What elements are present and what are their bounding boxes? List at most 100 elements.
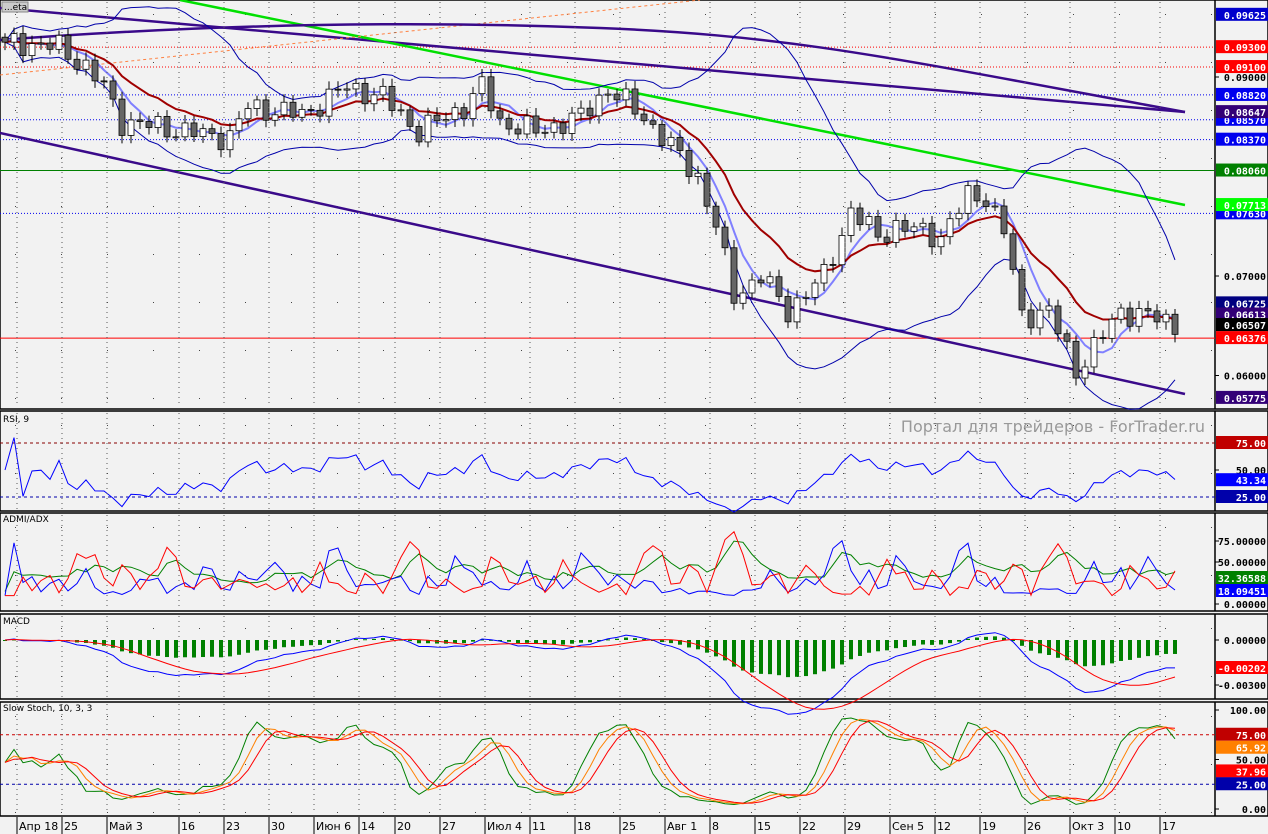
candle-bearish (883, 236, 891, 243)
macd-histogram-bar (237, 640, 241, 655)
grid-dot (337, 575, 338, 576)
date-label: 8 (712, 820, 719, 833)
grid-dot (705, 716, 706, 717)
stoch-tick-label: 100.00 (1230, 706, 1266, 717)
grid-dot (521, 302, 522, 303)
macd-histogram-bar (876, 640, 880, 652)
date-label: 14 (361, 820, 375, 833)
grid-dot (889, 110, 890, 111)
grid-dot (567, 716, 568, 717)
grid-dot (843, 302, 844, 303)
candle-bearish (685, 150, 693, 177)
candle-bullish (442, 119, 450, 122)
grid-dot (843, 110, 844, 111)
candle-bearish (973, 185, 981, 202)
grid-dot (61, 158, 62, 159)
macd-histogram-bar (1038, 640, 1042, 654)
macd-histogram-bar (165, 640, 169, 658)
grid-dot (153, 812, 154, 813)
grid-dot (1165, 764, 1166, 765)
grid-dot (1027, 206, 1028, 207)
adx-tick-label: 75.00000 (1218, 537, 1266, 548)
macd-histogram-bar (804, 640, 808, 677)
grid-dot (935, 398, 936, 399)
candle-bullish (370, 94, 378, 105)
candle-bearish (712, 205, 720, 228)
price-chart[interactable]: ...eta 0.09000 0.07000 0.06000 0.09300 0.0910… (0, 0, 1268, 834)
grid-dot (797, 254, 798, 255)
macd-histogram-bar (228, 640, 232, 657)
grid-dot (843, 527, 844, 528)
candle-bullish (739, 292, 747, 304)
macd-histogram-bar (561, 640, 565, 645)
macd-histogram-bar (741, 640, 745, 671)
candle-bullish (1090, 337, 1098, 368)
price-tick-label: 0.06000 (1224, 372, 1266, 383)
grid-dot (613, 473, 614, 474)
macd-histogram-bar (120, 640, 124, 652)
symbol-title: ...eta (4, 3, 27, 13)
macd-histogram-bar (372, 638, 376, 640)
candle-bearish (1027, 309, 1035, 329)
grid-dot (1073, 812, 1074, 813)
grid-dot (1027, 812, 1028, 813)
grid-dot (383, 302, 384, 303)
grid-dot (153, 14, 154, 15)
grid-dot (383, 110, 384, 111)
grid-dot (199, 764, 200, 765)
grid-dot (107, 254, 108, 255)
candle-bullish (451, 107, 459, 120)
grid-dot (107, 158, 108, 159)
candle-bearish (1126, 307, 1134, 327)
grid-dot (61, 716, 62, 717)
grid-dot (1211, 302, 1212, 303)
candle-bearish (658, 123, 666, 147)
grid-dot (659, 62, 660, 63)
grid-dot (889, 14, 890, 15)
grid-dot (107, 14, 108, 15)
grid-dot (291, 302, 292, 303)
stoch-tag: 75.00 (1236, 731, 1266, 742)
grid-dot (1119, 628, 1120, 629)
grid-dot (843, 716, 844, 717)
candle-bearish (505, 117, 513, 130)
grid-dot (107, 425, 108, 426)
grid-dot (429, 254, 430, 255)
grid-dot (613, 527, 614, 528)
grid-dot (61, 110, 62, 111)
level-tag: 0.08820 (1224, 91, 1266, 102)
candle-bearish (640, 113, 648, 122)
macd-histogram-bar (705, 640, 709, 653)
grid-dot (751, 527, 752, 528)
candle-bearish (514, 128, 522, 135)
candle-bullish (10, 33, 18, 43)
grid-dot (1027, 527, 1028, 528)
candle-bullish (181, 122, 189, 138)
macd-histogram-bar (687, 640, 691, 648)
candle-bearish (307, 108, 315, 111)
macd-histogram-bar (912, 640, 916, 646)
grid-dot (153, 302, 154, 303)
grid-dot (199, 254, 200, 255)
grid-dot (659, 110, 660, 111)
candle-bullish (1162, 313, 1170, 323)
grid-dot (1211, 527, 1212, 528)
grid-dot (613, 676, 614, 677)
grid-dot (337, 628, 338, 629)
grid-dot (981, 62, 982, 63)
macd-histogram-bar (939, 640, 943, 645)
candle-bearish (1, 36, 9, 43)
grid-dot (751, 425, 752, 426)
grid-dot (337, 62, 338, 63)
grid-dot (1165, 628, 1166, 629)
macd-histogram-bar (903, 640, 907, 648)
macd-histogram-bar (1092, 640, 1096, 666)
grid-dot (1073, 110, 1074, 111)
grid-dot (245, 398, 246, 399)
grid-dot (1073, 764, 1074, 765)
grid-dot (15, 812, 16, 813)
candle-bearish (649, 120, 657, 125)
grid-dot (291, 158, 292, 159)
grid-dot (567, 398, 568, 399)
macd-histogram-bar (516, 640, 520, 643)
